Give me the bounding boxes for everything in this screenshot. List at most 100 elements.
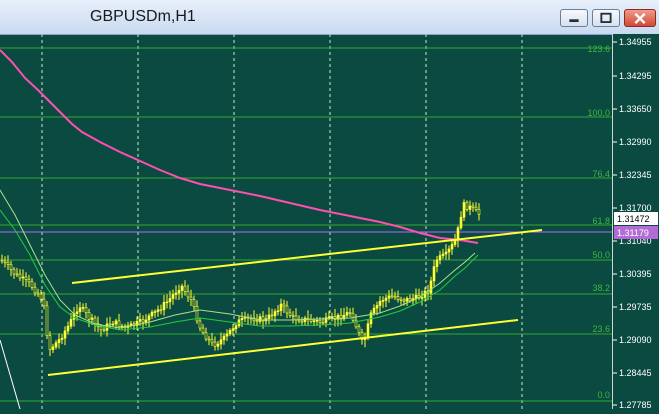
candle-body: [174, 292, 178, 295]
candle-body: [477, 209, 481, 215]
price-tick-label: 1.32345: [619, 170, 652, 180]
candle-body: [51, 346, 55, 350]
candle-body: [144, 319, 148, 323]
bid-price-label: 1.31179: [617, 228, 649, 238]
candle-body: [285, 305, 289, 314]
candle-body: [378, 300, 382, 306]
candle-body: [3, 260, 7, 263]
candle-body: [321, 321, 325, 324]
price-tick-label: 1.34295: [619, 71, 652, 81]
candle-body: [357, 326, 361, 333]
candle-body: [186, 291, 190, 298]
candle-body: [453, 240, 457, 245]
candle-body: [171, 294, 175, 299]
candle-body: [468, 205, 472, 210]
price-tick-label: 1.32990: [619, 137, 652, 147]
fib-label-50: 50.0: [592, 250, 610, 260]
fib-label-76-4: 76.4: [592, 169, 610, 179]
price-tick-label: 1.29090: [619, 335, 652, 345]
candle-body: [213, 341, 217, 347]
candle-body: [60, 337, 64, 340]
candle-body: [216, 343, 220, 347]
candle-body: [57, 339, 61, 344]
candle-body: [180, 285, 184, 291]
candle-body: [444, 251, 448, 255]
chart-plot-area[interactable]: 123.6 100.0 76.4 61.8 50.0 38.2 23.6 0.0: [0, 34, 612, 409]
candle-body: [351, 312, 355, 321]
fib-label-123-6: 123.6: [587, 44, 610, 54]
candle-body: [348, 312, 352, 314]
candle-body: [117, 320, 121, 328]
candle-body: [450, 244, 454, 250]
candle-body: [402, 299, 406, 302]
candle-body: [318, 319, 322, 323]
candle-body: [18, 273, 22, 279]
candle-body: [162, 302, 166, 311]
candle-body: [219, 339, 223, 345]
price-tick-label: 1.31700: [619, 203, 652, 213]
candle-body: [27, 279, 31, 283]
candle-body: [93, 317, 97, 324]
candle-body: [405, 298, 409, 302]
candle-body: [207, 338, 211, 341]
candle-body: [459, 216, 463, 229]
candle-body: [345, 312, 349, 316]
candle-body: [429, 280, 433, 294]
candle-body: [39, 293, 43, 300]
candle-body: [192, 299, 196, 307]
candle-body: [276, 310, 280, 313]
price-tick-label: 1.29735: [619, 302, 652, 312]
fibonacci-retracement[interactable]: 123.6 100.0 76.4 61.8 50.0 38.2 23.6 0.0: [0, 44, 612, 402]
maximize-button[interactable]: [592, 9, 620, 27]
candle-body: [63, 330, 67, 339]
candle-body: [312, 320, 316, 323]
candle-body: [150, 311, 154, 317]
candle-body: [372, 307, 376, 314]
candle-body: [90, 317, 94, 320]
candle-body: [138, 319, 142, 322]
candle-body: [156, 309, 160, 312]
candle-body: [438, 255, 442, 261]
candle-body: [327, 316, 331, 319]
candle-body: [147, 315, 151, 321]
window-title: GBPUSDm,H1: [90, 8, 196, 25]
candle-body: [279, 303, 283, 312]
minimize-button[interactable]: [560, 9, 588, 27]
price-axis[interactable]: 1.34955 1.34295 1.33650 1.32990 1.32345 1.317…: [612, 34, 659, 410]
candle-body: [393, 295, 397, 298]
candle-body: [114, 320, 118, 325]
price-tick-label: 1.34955: [619, 37, 652, 47]
candle-body: [399, 299, 403, 301]
candle-body: [177, 290, 181, 294]
moving-average-long: [0, 49, 479, 244]
candle-body: [42, 298, 46, 307]
candle-body: [408, 298, 412, 301]
candle-body: [240, 318, 244, 321]
candle-body: [366, 323, 370, 338]
candle-body: [255, 320, 259, 323]
candle-body: [48, 335, 52, 350]
price-tick-label: 1.33650: [619, 104, 652, 114]
candle-body: [111, 323, 115, 326]
candle-body: [384, 297, 388, 301]
candle-body: [189, 296, 193, 300]
vertical-grid: [41, 34, 523, 409]
close-icon: [634, 12, 646, 24]
candle-body: [78, 307, 82, 313]
candle-body: [87, 312, 91, 320]
close-button[interactable]: [624, 9, 656, 27]
candle-body: [84, 307, 88, 313]
candle-body: [288, 312, 292, 316]
candle-body: [330, 316, 334, 318]
candle-body: [447, 248, 451, 253]
candle-body: [69, 319, 73, 327]
candle-body: [108, 323, 112, 326]
price-chart: 123.6 100.0 76.4 61.8 50.0 38.2 23.6 0.0: [0, 34, 612, 409]
candle-body: [141, 319, 145, 323]
candle-body: [54, 342, 58, 348]
candle-body: [228, 330, 232, 335]
fib-label-61-8: 61.8: [592, 216, 610, 226]
candle-body: [375, 305, 379, 309]
candle-body: [420, 297, 424, 299]
candle-body: [300, 320, 304, 323]
